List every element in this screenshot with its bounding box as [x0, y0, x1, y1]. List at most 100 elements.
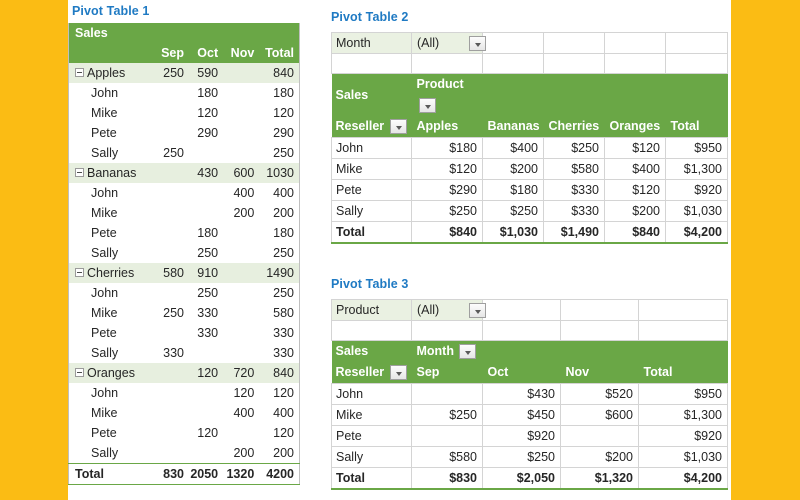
pivot1-value-cell: 430: [197, 166, 219, 180]
pivot3-row-label[interactable]: Mike: [331, 404, 412, 426]
pivot2-column-field[interactable]: Product: [411, 73, 483, 116]
pivot2-row-label[interactable]: Pete: [331, 179, 412, 201]
pivot1-item-label: Sally: [91, 246, 119, 260]
pivot1-item-row: Mike 200 200: [69, 203, 300, 223]
pivot2-value-cell: $180: [411, 137, 483, 159]
pivot3-filter-field-label[interactable]: Product: [331, 299, 412, 321]
pivot3-col-header-total[interactable]: Total: [638, 362, 728, 384]
pivot3-col-header-nov[interactable]: Nov: [560, 362, 639, 384]
pivot1-value-cell: 400: [273, 406, 294, 420]
pivot2-col-header-total[interactable]: Total: [665, 116, 728, 138]
pivot2-col-header-apples[interactable]: Apples: [411, 116, 483, 138]
chevron-down-icon[interactable]: [468, 303, 486, 319]
pivot1-total-label: Total: [68, 463, 155, 485]
pivot3-filter-value[interactable]: (All): [411, 299, 469, 321]
pivot2-col-header-cherries[interactable]: Cherries: [543, 116, 605, 138]
pivot2-data-row: Mike $120 $200 $580 $400 $1,300: [331, 158, 728, 180]
pivot3-total-total: $4,200: [638, 467, 728, 490]
pivot3-column-field[interactable]: Month: [411, 340, 483, 362]
pivot1-group-row: Oranges 120 720 840: [68, 363, 300, 383]
pivot1-group-label-cell[interactable]: Oranges: [69, 363, 155, 383]
pivot1-col-header-oct[interactable]: Oct: [189, 43, 224, 63]
pivot1-col-header-total[interactable]: Total: [259, 43, 300, 63]
pivot1-corner-label: Sales: [68, 23, 155, 43]
minus-icon[interactable]: [75, 368, 84, 378]
minus-icon[interactable]: [75, 68, 84, 78]
pivot2-total-apples: $840: [411, 221, 483, 244]
pivot3-filter-dropdown-cell[interactable]: [468, 299, 486, 321]
pivot1-value-cell: 400: [273, 186, 294, 200]
pivot3-row-field[interactable]: Reseller: [331, 362, 412, 384]
pivot2-row-label[interactable]: Mike: [331, 158, 412, 180]
pivot1-value-cell: 580: [163, 266, 184, 280]
pivot1-item-row: Pete 180 180: [69, 223, 300, 243]
pivot1-group-label-cell[interactable]: Apples: [69, 63, 155, 83]
pivot3-field-pad-2: [560, 340, 639, 362]
pivot3-value-cell: $520: [560, 383, 639, 405]
pivot3-row-label[interactable]: Pete: [331, 425, 412, 447]
pivot2-value-cell: $120: [604, 179, 666, 201]
pivot1-item-row: Pete 290 290: [69, 123, 300, 143]
pivot-table-3-container: Pivot Table 3 Product (All) Sales Month …: [331, 275, 728, 490]
pivot1-value-cell: 180: [197, 226, 219, 240]
pivot3-value-cell: $1,030: [638, 446, 728, 468]
pivot1-corner-row: Sales: [68, 23, 300, 43]
pivot-table-1-title: Pivot Table 1: [72, 4, 150, 18]
pivot2-row-label[interactable]: Sally: [331, 200, 412, 222]
pivot3-value-cell: $250: [482, 446, 561, 468]
pivot2-filter-field-label[interactable]: Month: [331, 32, 412, 54]
pivot1-value-cell: [155, 383, 189, 403]
pivot2-data-row: Sally $250 $250 $330 $200 $1,030: [331, 200, 728, 222]
pivot3-body: John $430 $520 $950 Mike $250 $450 $600 $1,300 Pe…: [331, 383, 728, 468]
pivot1-value-cell: [223, 103, 259, 123]
pivot2-filter-value[interactable]: (All): [411, 32, 469, 54]
pivot1-value-cell: [155, 163, 189, 183]
pivot3-data-row: Pete $920 $920: [331, 425, 728, 447]
pivot2-spacer-5: [604, 53, 666, 74]
pivot1-col-header-nov[interactable]: Nov: [223, 43, 260, 63]
pivot1-group-label: Bananas: [87, 166, 137, 180]
pivot1-value-cell: 120: [273, 386, 294, 400]
chevron-down-icon[interactable]: [459, 344, 477, 360]
pivot1-group-label-cell[interactable]: Bananas: [69, 163, 155, 183]
pivot3-col-header-sep[interactable]: Sep: [411, 362, 483, 384]
chevron-down-icon[interactable]: [389, 365, 407, 381]
pivot2-value-cell: $1,300: [665, 158, 728, 180]
pivot1-value-cell: [155, 363, 189, 383]
pivot2-value-cell: $920: [665, 179, 728, 201]
pivot2-row-label[interactable]: John: [331, 137, 412, 159]
pivot2-value-cell: $250: [411, 200, 483, 222]
chevron-down-icon[interactable]: [389, 119, 407, 135]
pivot1-value-cell: [155, 283, 189, 303]
pivot1-value-cell: [189, 443, 223, 464]
pivot1-item-row: Sally 200 200: [69, 443, 300, 464]
pivot2-value-cell: $250: [543, 137, 605, 159]
pivot1-value-cell: 250: [273, 286, 294, 300]
pivot3-row-label[interactable]: Sally: [331, 446, 412, 468]
minus-icon[interactable]: [75, 268, 84, 278]
pivot2-row-field[interactable]: Reseller: [331, 116, 412, 138]
pivot2-value-cell: $200: [482, 158, 544, 180]
pivot3-col-header-oct[interactable]: Oct: [482, 362, 561, 384]
chevron-down-icon[interactable]: [418, 98, 436, 114]
chevron-down-icon[interactable]: [468, 36, 486, 52]
pivot2-col-header-bananas[interactable]: Bananas: [482, 116, 544, 138]
pivot1-group-label-cell[interactable]: Cherries: [69, 263, 155, 283]
pivot-table-2-container: Pivot Table 2 Month (All) Sales Product …: [331, 8, 728, 244]
pivot1-item-label: Pete: [91, 426, 117, 440]
pivot2-page-filter-row: Month (All): [331, 32, 728, 54]
pivot2-filter-dropdown-cell[interactable]: [468, 32, 486, 54]
pivot1-value-cell: 120: [273, 426, 294, 440]
pivot1-item-row: Pete 120 120: [69, 423, 300, 443]
pivot1-value-cell: [223, 143, 259, 163]
pivot2-col-header-oranges[interactable]: Oranges: [604, 116, 666, 138]
pivot3-row-label[interactable]: John: [331, 383, 412, 405]
pivot1-item-label: Sally: [91, 346, 119, 360]
minus-icon[interactable]: [75, 168, 84, 178]
pivot1-item-row: Sally 250 250: [69, 143, 300, 163]
pivot1-value-cell: 250: [197, 246, 219, 260]
pivot1-value-cell: 250: [273, 146, 294, 160]
pivot3-filter-pad-3: [638, 299, 728, 321]
pivot1-col-header-sep[interactable]: Sep: [154, 43, 189, 63]
pivot3-column-field-label: Month: [416, 344, 454, 358]
